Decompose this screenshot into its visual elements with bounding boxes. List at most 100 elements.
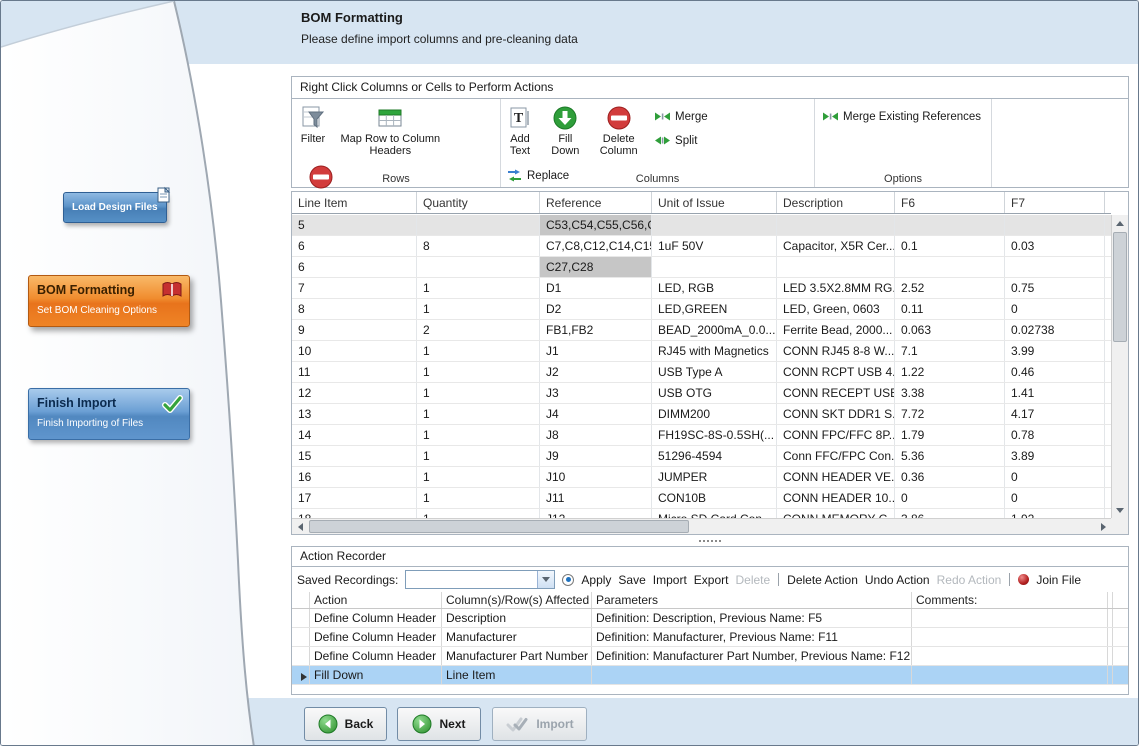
table-row[interactable]: 131J4DIMM200CONN SKT DDR1 S...7.724.17 (292, 404, 1111, 425)
grid-cell[interactable]: 1.79 (895, 425, 1005, 445)
grid-cell[interactable]: 0 (1005, 467, 1105, 487)
table-row[interactable]: 171J11CON10BCONN HEADER 10...00 (292, 488, 1111, 509)
recorder-column-header[interactable]: Column(s)/Row(s) Affected (442, 592, 592, 608)
grid-cell[interactable]: CONN RCPT USB 4... (777, 362, 895, 382)
grid-cell[interactable]: LED,GREEN (652, 299, 777, 319)
recorder-cell[interactable]: Define Column Header (310, 628, 442, 646)
grid-cell[interactable]: 12 (292, 383, 417, 403)
grid-cell[interactable]: JUMPER (652, 467, 777, 487)
grid-cell[interactable]: 7.1 (895, 341, 1005, 361)
grid-cell[interactable]: 1 (417, 509, 540, 518)
scroll-right-button[interactable] (1095, 519, 1111, 534)
grid-cell[interactable]: C7,C8,C12,C14,C15,... (540, 236, 652, 256)
grid-cell[interactable]: FB1,FB2 (540, 320, 652, 340)
save-recording-button[interactable]: Save (618, 573, 645, 587)
column-header[interactable]: Description (777, 192, 895, 213)
grid-cell[interactable]: 11 (292, 362, 417, 382)
delete-action-button[interactable]: Delete Action (787, 573, 858, 587)
fill-down-button[interactable]: Fill Down (543, 100, 587, 157)
grid-cell[interactable]: 1 (417, 446, 540, 466)
grid-cell[interactable]: 4.17 (1005, 404, 1105, 424)
grid-cell[interactable]: 2.52 (895, 278, 1005, 298)
grid-cell[interactable]: 0.02738 (1005, 320, 1105, 340)
scroll-left-button[interactable] (292, 519, 308, 534)
table-row[interactable]: 141J8FH19SC-8S-0.5SH(...CONN FPC/FFC 8P.… (292, 425, 1111, 446)
grid-cell[interactable]: 15 (292, 446, 417, 466)
undo-action-button[interactable]: Undo Action (865, 573, 930, 587)
filter-button[interactable]: Filter (293, 100, 333, 145)
table-row[interactable]: 5C53,C54,C55,C56,C... (292, 215, 1111, 236)
recorder-cell[interactable] (912, 647, 1108, 665)
grid-cell[interactable]: CONN MEMORY C... (777, 509, 895, 518)
grid-cell[interactable]: 14 (292, 425, 417, 445)
recorder-row[interactable]: Define Column HeaderManufacturer Part Nu… (292, 647, 1128, 666)
grid-cell[interactable]: J4 (540, 404, 652, 424)
grid-cell[interactable]: J1 (540, 341, 652, 361)
grid-cell[interactable] (895, 215, 1005, 235)
table-row[interactable]: 68C7,C8,C12,C14,C15,...1uF 50VCapacitor,… (292, 236, 1111, 257)
grid-cell[interactable]: J11 (540, 488, 652, 508)
grid-cell[interactable]: 1.22 (895, 362, 1005, 382)
grid-cell[interactable]: 6 (292, 236, 417, 256)
grid-cell[interactable]: Micro SD Card Con... (652, 509, 777, 518)
grid-cell[interactable]: 0 (1005, 299, 1105, 319)
recorder-cell[interactable]: Manufacturer Part Number (442, 647, 592, 665)
saved-recordings-combobox[interactable] (405, 570, 555, 589)
grid-cell[interactable]: 1 (417, 425, 540, 445)
table-row[interactable]: 71D1LED, RGBLED 3.5X2.8MM RG...2.520.75 (292, 278, 1111, 299)
import-recording-button[interactable]: Import (653, 573, 687, 587)
grid-cell[interactable]: J2 (540, 362, 652, 382)
table-row[interactable]: 6C27,C28 (292, 257, 1111, 278)
grid-cell[interactable]: 16 (292, 467, 417, 487)
split-button[interactable]: Split (655, 133, 708, 148)
grid-cell[interactable]: CONN FPC/FFC 8P... (777, 425, 895, 445)
grid-cell[interactable]: 3.89 (1005, 446, 1105, 466)
grid-cell[interactable]: FH19SC-8S-0.5SH(... (652, 425, 777, 445)
grid-cell[interactable]: 7.72 (895, 404, 1005, 424)
recorder-cell[interactable] (592, 666, 912, 684)
grid-cell[interactable]: 1 (417, 467, 540, 487)
recorder-row[interactable]: Fill DownLine Item (292, 666, 1128, 685)
grid-cell[interactable] (777, 257, 895, 277)
vertical-scroll-thumb[interactable] (1113, 232, 1127, 342)
grid-cell[interactable]: 1.92 (1005, 509, 1105, 518)
grid-horizontal-scrollbar[interactable] (292, 518, 1111, 534)
grid-cell[interactable] (652, 215, 777, 235)
recorder-cell[interactable]: Define Column Header (310, 647, 442, 665)
grid-cell[interactable]: D2 (540, 299, 652, 319)
grid-cell[interactable]: 51296-4594 (652, 446, 777, 466)
grid-cell[interactable]: Capacitor, X5R Cer... (777, 236, 895, 256)
recorder-row[interactable]: Define Column HeaderManufacturerDefiniti… (292, 628, 1128, 647)
scroll-up-button[interactable] (1112, 215, 1128, 231)
grid-cell[interactable]: CONN RECEPT USB... (777, 383, 895, 403)
merge-existing-references-button[interactable]: Merge Existing References (823, 109, 991, 124)
add-text-button[interactable]: T Add Text (502, 100, 538, 157)
grid-cell[interactable]: 3.99 (1005, 341, 1105, 361)
grid-cell[interactable]: LED 3.5X2.8MM RG... (777, 278, 895, 298)
grid-cell[interactable]: USB Type A (652, 362, 777, 382)
grid-cell[interactable]: DIMM200 (652, 404, 777, 424)
table-row[interactable]: 151J951296-4594Conn FFC/FPC Con...5.363.… (292, 446, 1111, 467)
grid-cell[interactable]: 0.03 (1005, 236, 1105, 256)
grid-cell[interactable]: 18 (292, 509, 417, 518)
recorder-column-header[interactable]: Action (310, 592, 442, 608)
grid-cell[interactable]: C53,C54,C55,C56,C... (540, 215, 652, 235)
grid-cell[interactable]: CON10B (652, 488, 777, 508)
grid-cell[interactable]: 0 (1005, 488, 1105, 508)
column-header[interactable]: Quantity (417, 192, 540, 213)
grid-vertical-scrollbar[interactable] (1111, 215, 1128, 518)
table-row[interactable]: 181J12Micro SD Card Con...CONN MEMORY C.… (292, 509, 1111, 518)
recorder-cell[interactable]: Definition: Manufacturer, Previous Name:… (592, 628, 912, 646)
grid-cell[interactable]: 0.75 (1005, 278, 1105, 298)
grid-cell[interactable]: 1 (417, 299, 540, 319)
grid-cell[interactable]: 8 (417, 236, 540, 256)
export-recording-button[interactable]: Export (694, 573, 729, 587)
map-row-to-column-headers-button[interactable]: Map Row to Column Headers (338, 100, 442, 157)
grid-cell[interactable]: LED, RGB (652, 278, 777, 298)
grid-cell[interactable]: C27,C28 (540, 257, 652, 277)
grid-cell[interactable]: J3 (540, 383, 652, 403)
grid-cell[interactable]: 0.1 (895, 236, 1005, 256)
column-header[interactable]: F7 (1005, 192, 1105, 213)
grid-cell[interactable]: J8 (540, 425, 652, 445)
grid-cell[interactable]: 13 (292, 404, 417, 424)
